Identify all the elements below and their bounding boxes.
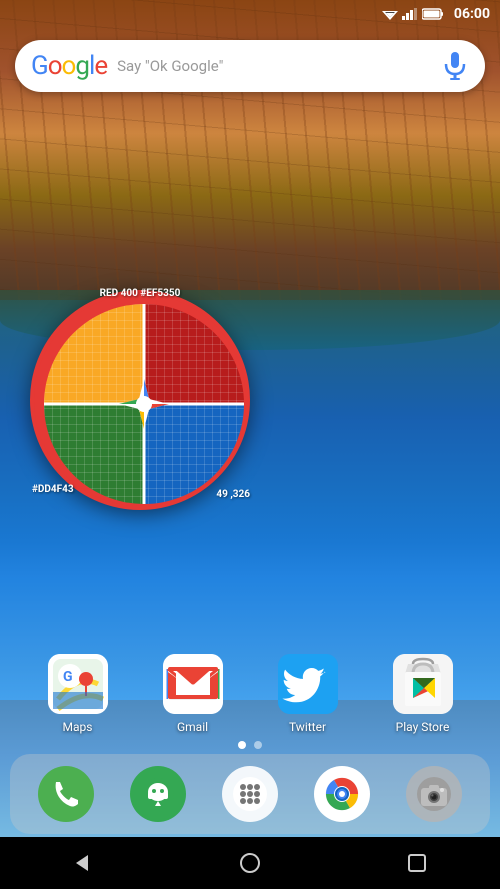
color-wheel — [30, 290, 250, 510]
color-label-bottom-left: #DD4F43 — [32, 484, 74, 495]
indicator-2 — [254, 741, 262, 749]
page-indicators — [0, 741, 500, 749]
dock-phone[interactable] — [38, 766, 94, 822]
color-label-bottom-right: 49 ,326 — [216, 489, 250, 500]
dock-hangouts[interactable] — [130, 766, 186, 822]
maps-app-icon: G — [48, 654, 108, 714]
wifi-icon — [382, 8, 398, 20]
status-time: 06:00 — [454, 6, 490, 22]
app-item-playstore[interactable]: Play Store — [383, 654, 463, 734]
gmail-label: Gmail — [177, 720, 208, 734]
signal-icon — [402, 8, 418, 20]
search-placeholder: Say "Ok Google" — [117, 57, 441, 75]
color-wheel-container[interactable]: RED 400 #EF5350 #DD4F43 49 ,326 — [30, 290, 250, 510]
twitter-app-icon — [278, 654, 338, 714]
playstore-app-icon — [393, 654, 453, 714]
app-grid: G Maps — [0, 654, 500, 734]
svg-text:G: G — [63, 669, 73, 685]
app-item-gmail[interactable]: Gmail — [153, 654, 233, 734]
status-bar: 06:00 — [0, 0, 500, 28]
playstore-label: Play Store — [396, 720, 450, 734]
google-logo: Google — [31, 51, 107, 81]
dock-camera[interactable] — [406, 766, 462, 822]
dock-drawer[interactable] — [222, 766, 278, 822]
dock — [10, 754, 490, 834]
home-button[interactable] — [230, 843, 270, 883]
battery-icon — [422, 8, 444, 20]
microphone-icon[interactable] — [441, 52, 469, 80]
search-bar[interactable]: Google Say "Ok Google" — [15, 40, 485, 92]
indicator-1 — [238, 741, 246, 749]
recent-button[interactable] — [397, 843, 437, 883]
nav-bar — [0, 837, 500, 889]
google-center-logo — [114, 374, 174, 434]
maps-label: Maps — [63, 720, 93, 734]
back-button[interactable] — [63, 843, 103, 883]
color-label-top: RED 400 #EF5350 — [100, 288, 181, 299]
gmail-app-icon — [163, 654, 223, 714]
dock-chrome[interactable] — [314, 766, 370, 822]
app-item-twitter[interactable]: Twitter — [268, 654, 348, 734]
twitter-label: Twitter — [289, 720, 326, 734]
app-item-maps[interactable]: G Maps — [38, 654, 118, 734]
